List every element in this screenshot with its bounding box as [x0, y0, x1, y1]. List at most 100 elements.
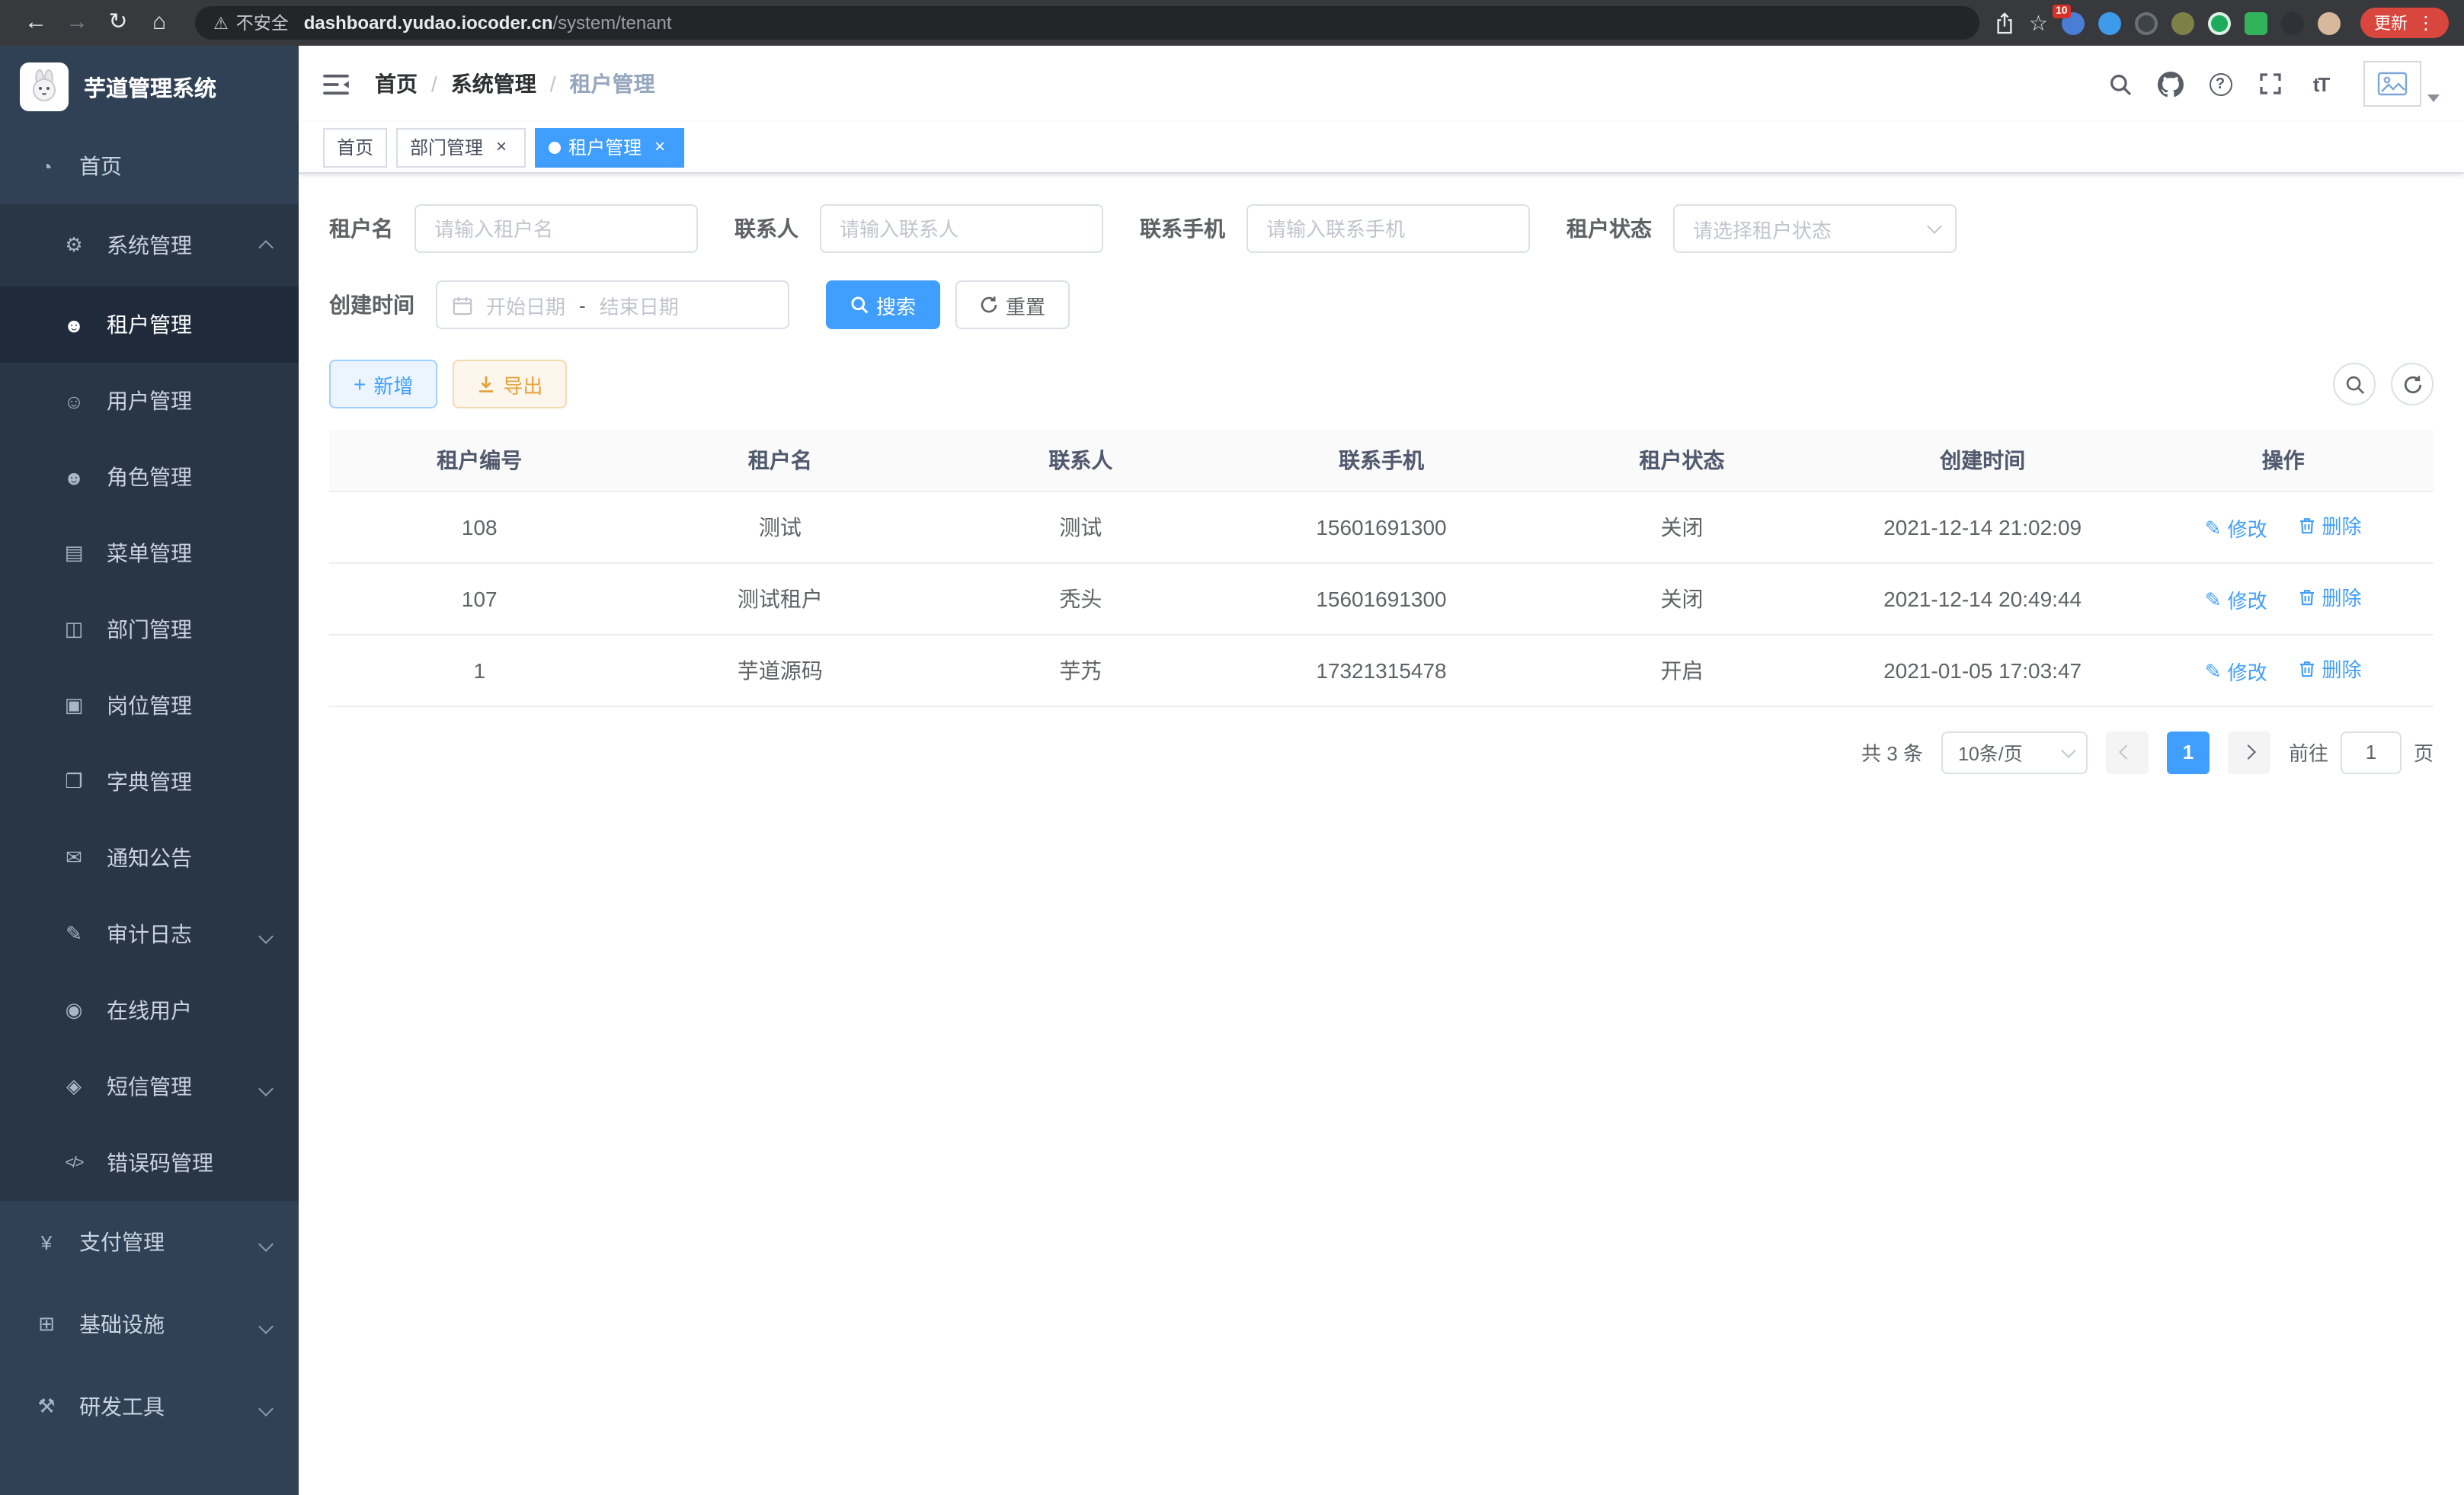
app-title: 芋道管理系统: [84, 71, 216, 103]
create-time-range-picker[interactable]: 开始日期 - 结束日期: [436, 280, 789, 329]
refresh-table-button[interactable]: [2391, 363, 2434, 405]
table-row: 1 芋道源码 芋艿 17321315478 开启 2021-01-05 17:0…: [329, 634, 2434, 706]
refresh-icon: [2402, 374, 2422, 394]
tag-dept[interactable]: 部门管理 ×: [396, 127, 526, 167]
tag-label: 租户管理: [568, 134, 642, 160]
close-icon[interactable]: ×: [491, 136, 512, 158]
delete-label: 删除: [2322, 511, 2361, 539]
sidebar-toggle-icon[interactable]: [323, 72, 349, 95]
help-icon[interactable]: ?: [2200, 64, 2240, 104]
sidebar-item-infra[interactable]: ⊞ 基础设施: [0, 1283, 299, 1365]
sidebar-item-home[interactable]: ◔ 首页: [0, 128, 299, 204]
bookmark-star-icon[interactable]: ☆: [2029, 10, 2048, 36]
sidebar-item-dept[interactable]: ◫ 部门管理: [0, 591, 299, 667]
extension-icon[interactable]: [2208, 11, 2231, 34]
delete-button[interactable]: 删除: [2297, 654, 2361, 683]
goto-page-input[interactable]: [2341, 731, 2402, 773]
edit-icon: ✎: [2205, 587, 2222, 612]
cell-created: 2021-12-14 21:02:09: [1832, 491, 2133, 562]
page-number-button[interactable]: 1: [2167, 731, 2210, 773]
github-icon[interactable]: [2150, 64, 2190, 104]
show-search-toggle-button[interactable]: [2333, 363, 2376, 405]
close-icon[interactable]: ×: [649, 136, 670, 158]
tags-view: 首页 部门管理 × 租户管理 ×: [299, 122, 2464, 174]
edit-button[interactable]: ✎修改: [2205, 657, 2267, 686]
fullscreen-icon[interactable]: [2251, 64, 2290, 104]
column-header-status: 租户状态: [1531, 430, 1832, 491]
cell-actions: ✎修改 删除: [2133, 491, 2434, 562]
sidebar-item-errcode[interactable]: </> 错误码管理: [0, 1125, 299, 1201]
chevron-down-icon: [2061, 742, 2076, 757]
tenant-status-select[interactable]: 请选择租户状态: [1673, 204, 1957, 253]
chevron-left-icon: [2120, 744, 2135, 760]
extensions-puzzle-icon[interactable]: [2281, 11, 2304, 34]
cell-status: 开启: [1531, 634, 1832, 706]
extension-icon[interactable]: [2098, 11, 2121, 34]
edit-button[interactable]: ✎修改: [2205, 514, 2267, 543]
prev-page-button[interactable]: [2106, 731, 2149, 773]
page-size-select[interactable]: 10条/页: [1941, 731, 2088, 773]
reset-button[interactable]: 重置: [955, 280, 1070, 329]
delete-button[interactable]: 删除: [2297, 582, 2361, 611]
extension-icon[interactable]: [2245, 11, 2267, 34]
sidebar-item-user[interactable]: ☺ 用户管理: [0, 363, 299, 439]
tenant-name-input[interactable]: [414, 204, 698, 253]
user-menu[interactable]: [2363, 61, 2440, 107]
sidebar-item-audit[interactable]: ✎ 审计日志: [0, 896, 299, 972]
sidebar-item-label: 租户管理: [107, 309, 192, 340]
browser-home-icon[interactable]: ⌂: [139, 0, 180, 46]
pagination-total: 共 3 条: [1861, 738, 1923, 767]
cell-id: 108: [329, 491, 630, 562]
search-icon[interactable]: [2100, 64, 2139, 104]
browser-back-icon[interactable]: ←: [15, 0, 56, 46]
extension-icon[interactable]: [2171, 11, 2194, 34]
export-button[interactable]: 导出: [453, 360, 567, 408]
payment-icon: ¥: [34, 1231, 59, 1253]
next-page-button[interactable]: [2228, 731, 2270, 773]
extension-icon[interactable]: 10: [2062, 11, 2085, 34]
tag-home[interactable]: 首页: [323, 127, 387, 167]
address-bar[interactable]: ⚠ 不安全 dashboard.yudao.iocoder.cn/system/…: [195, 6, 1980, 40]
breadcrumb-item[interactable]: 首页: [375, 69, 418, 99]
table-row: 108 测试 测试 15601691300 关闭 2021-12-14 21:0…: [329, 491, 2434, 562]
export-button-label: 导出: [503, 370, 542, 399]
column-header-contact: 联系人: [930, 430, 1231, 491]
extension-icon[interactable]: [2135, 11, 2158, 34]
profile-avatar[interactable]: [2318, 11, 2341, 34]
cell-actions: ✎修改 删除: [2133, 634, 2434, 706]
cell-name: 测试: [630, 491, 931, 562]
sidebar-item-online[interactable]: ◉ 在线用户: [0, 972, 299, 1048]
delete-button[interactable]: 删除: [2297, 511, 2361, 539]
sidebar-item-devtools[interactable]: ⚒ 研发工具: [0, 1365, 299, 1448]
sidebar-item-menu[interactable]: ▤ 菜单管理: [0, 515, 299, 591]
chrome-update-button[interactable]: 更新 ⋮: [2360, 8, 2449, 38]
sidebar-item-sms[interactable]: ◈ 短信管理: [0, 1048, 299, 1125]
tenant-table: 租户编号 租户名 联系人 联系手机 租户状态 创建时间 操作 108 测试: [329, 430, 2434, 706]
breadcrumb-item[interactable]: 系统管理: [451, 69, 536, 99]
browser-menu-icon[interactable]: ⋮: [2417, 12, 2435, 34]
edit-button[interactable]: ✎修改: [2205, 585, 2267, 614]
chevron-down-icon: [258, 929, 274, 944]
search-button[interactable]: 搜索: [826, 280, 940, 329]
browser-reload-icon[interactable]: ↻: [98, 0, 139, 46]
sidebar-item-role[interactable]: ☻ 角色管理: [0, 439, 299, 515]
contact-mobile-input[interactable]: [1246, 204, 1530, 253]
tag-tenant[interactable]: 租户管理 ×: [535, 127, 684, 167]
contact-name-input[interactable]: [820, 204, 1103, 253]
sidebar-item-tenant[interactable]: ☻ 租户管理: [0, 287, 299, 363]
sidebar-item-label: 字典管理: [107, 767, 192, 797]
sidebar-item-system[interactable]: ⚙ 系统管理: [0, 204, 299, 287]
sidebar-item-post[interactable]: ▣ 岗位管理: [0, 667, 299, 744]
delete-label: 删除: [2322, 654, 2361, 683]
browser-forward-icon[interactable]: →: [56, 0, 98, 46]
add-button[interactable]: + 新增: [329, 360, 437, 408]
trash-icon: [2297, 659, 2315, 677]
share-icon[interactable]: [1995, 11, 2015, 34]
sidebar-item-label: 短信管理: [107, 1071, 192, 1102]
sidebar-item-pay[interactable]: ¥ 支付管理: [0, 1201, 299, 1283]
app-logo-row[interactable]: 芋道管理系统: [0, 46, 299, 128]
sidebar-item-notice[interactable]: ✉ 通知公告: [0, 820, 299, 896]
font-size-icon[interactable]: tT: [2301, 64, 2341, 104]
cell-id: 1: [329, 634, 630, 706]
sidebar-item-dict[interactable]: ❐ 字典管理: [0, 744, 299, 820]
